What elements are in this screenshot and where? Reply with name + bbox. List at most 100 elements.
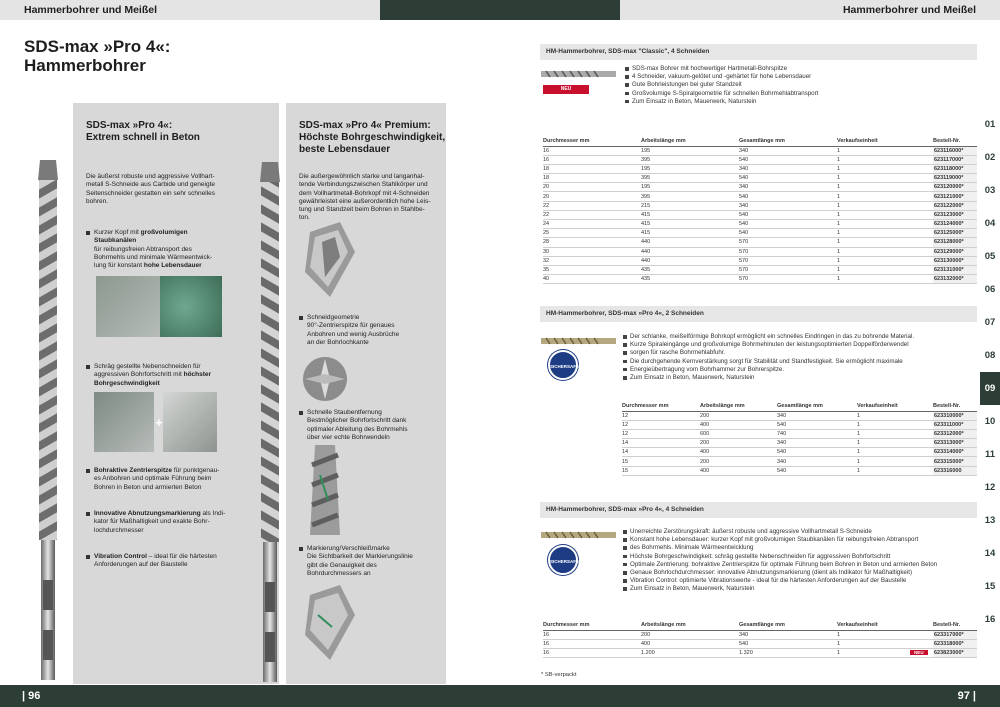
order-number-cell: 623122000* — [933, 201, 977, 211]
table-cell: 1 — [837, 630, 933, 640]
column-header: Bestell-Nr. — [933, 614, 977, 631]
table-row: 40 435 570 1 623132000* — [543, 274, 977, 285]
feature-item: Die durchgehende Kernverstärkung sorgt f… — [623, 358, 977, 366]
text: über vier echte Bohrwendeln — [307, 433, 390, 441]
chapter-tab-02[interactable]: 02 — [980, 141, 1000, 174]
table-row: 16 195 340 1 623116000* — [543, 146, 977, 156]
table-cell: 570 — [739, 237, 837, 248]
header-left: Hammerbohrer und Meißel — [0, 0, 380, 20]
table-row: 14 200 340 1 623313000* — [622, 438, 977, 449]
text: gewährleistet eine außerordentlich hohe … — [299, 197, 431, 205]
chapter-tab-03[interactable]: 03 — [980, 174, 1000, 207]
table-header-row: Durchmesser mm Arbeitslänge mm Gesamtlänge… — [543, 614, 977, 631]
chapter-tab-06[interactable]: 06 — [980, 273, 1000, 306]
chapter-tab-13[interactable]: 13 — [980, 504, 1000, 537]
table-cell: 400 — [700, 466, 777, 476]
text: des Bohrmehls. Minimale Wärmeentwicklung — [630, 544, 754, 552]
feature-item: SDS-max Bohrer mit hochwertiger Hartmeta… — [625, 65, 977, 73]
text: Kurzer Kopf mit — [94, 229, 139, 236]
text: lochdurchmesser — [94, 526, 144, 534]
table-cell: 25 — [543, 228, 641, 239]
feature-item: Großvolumige S-Spiralgeometrie für schne… — [625, 90, 977, 98]
text: optimaler Ableitung des Bohrmehls — [307, 425, 408, 433]
chapter-tab-04[interactable]: 04 — [980, 207, 1000, 240]
chapter-tab-09[interactable]: 09 — [980, 372, 1000, 405]
table-cell: 540 — [739, 173, 837, 184]
column-header: Durchmesser mm — [543, 614, 641, 631]
table-cell: 415 — [641, 210, 739, 221]
feature-item: Höchste Bohrgeschwindigkeit: schräg gest… — [623, 553, 977, 561]
table-cell: 540 — [739, 155, 837, 165]
chapter-tab-05[interactable]: 05 — [980, 240, 1000, 273]
text: Energieübertragung vom Bohrhammer zur Bo… — [630, 365, 785, 373]
order-number-cell: 623311000* — [933, 420, 977, 430]
table-row: 32 440 570 1 623130000* — [543, 256, 977, 266]
table-cell: 340 — [739, 630, 837, 640]
table-cell: 1 — [857, 411, 933, 421]
table-row: 12 600 740 1 623312000* — [622, 429, 977, 440]
col2-heading-line: Höchste Bohrgeschwindigkeit, — [299, 132, 446, 143]
table-cell: 440 — [641, 256, 739, 266]
order-number-cell: 623117000* — [933, 155, 977, 165]
table-cell: 200 — [641, 630, 739, 640]
chapter-tab-12[interactable]: 12 — [980, 471, 1000, 504]
table-cell: 18 — [543, 173, 641, 184]
classic-drill-icon — [541, 70, 616, 78]
column-header: Verkaufseinheit — [837, 130, 933, 147]
feature-item: Zum Einsatz in Beton, Mauerwerk, Naturst… — [625, 98, 977, 106]
chapter-tab-15[interactable]: 15 — [980, 570, 1000, 603]
table-cell: 30 — [543, 247, 641, 257]
chapter-tab-10[interactable]: 10 — [980, 405, 1000, 438]
text: aggressiven Bohrfortschritt mit — [94, 371, 182, 379]
order-number-cell: 623129000* — [933, 247, 977, 257]
column-header: Arbeitslänge mm — [700, 395, 777, 412]
footnote: * SB-verpackt — [541, 672, 577, 678]
feature-item-cont: sorgen für rasche Bohrmehlabfuhr. — [623, 349, 977, 357]
text: Vibration Control — [94, 553, 147, 560]
table-cell: 215 — [641, 201, 739, 211]
table-row: 28 440 570 1 623128000* — [543, 237, 977, 248]
chapter-tab-07[interactable]: 07 — [980, 306, 1000, 339]
chapter-tab-08[interactable]: 08 — [980, 339, 1000, 372]
text: 90°-Zentrierspitze für genaues — [307, 322, 395, 330]
table-cell: 395 — [641, 191, 739, 202]
table-cell: 16 — [543, 155, 641, 165]
col2-heading-line: beste Lebensdauer — [299, 144, 391, 155]
col1-heading-line1: SDS-max »Pro 4«: — [86, 120, 173, 131]
chapter-tab-01[interactable]: 01 — [980, 108, 1000, 141]
col2-intro: Die außergewöhnlich starke und langanhal… — [299, 173, 431, 223]
table-cell: 195 — [641, 146, 739, 156]
drill-tip-top-view — [303, 357, 347, 401]
chapter-tab-11[interactable]: 11 — [980, 438, 1000, 471]
chapter-tab-14[interactable]: 14 — [980, 537, 1000, 570]
table-cell: 1 — [837, 237, 933, 248]
table-cell: 32 — [543, 256, 641, 266]
header-left-title: Hammerbohrer und Meißel — [24, 4, 158, 16]
table-cell: 1 — [857, 438, 933, 449]
table-cell: 540 — [777, 466, 857, 476]
section-classic-features: SDS-max Bohrer mit hochwertiger Hartmeta… — [625, 65, 977, 106]
drill-flute-render — [310, 445, 340, 535]
table-cell: 1 — [837, 219, 933, 230]
table-cell: 1 — [857, 429, 933, 440]
col1-bullet-vibration-control: Vibration Control – ideal für die härtes… — [86, 553, 217, 570]
section-pro4-4cut-table: Durchmesser mm Arbeitslänge mm Gesamtlänge… — [543, 614, 977, 659]
chapter-tab-16[interactable]: 16 — [980, 603, 1000, 636]
table-row: 14 400 540 1 623314000* — [622, 447, 977, 458]
table-cell: 540 — [739, 210, 837, 221]
text: Bohrmehls und minimale Wärmeentwick- — [94, 253, 213, 261]
order-number-cell: 623316000 — [933, 466, 977, 476]
order-number-cell: 623823000* — [933, 648, 977, 659]
table-row: 24 415 540 1 623124000* — [543, 219, 977, 230]
table-cell: 415 — [641, 219, 739, 230]
table-cell: 20 — [543, 182, 641, 193]
column-header: Bestell-Nr. — [933, 130, 977, 147]
table-cell: 540 — [739, 191, 837, 202]
footer-left: | 96 — [0, 685, 500, 707]
header-right-title: Hammerbohrer und Meißel — [842, 4, 976, 16]
text: Die außergewöhnlich starke und langanhal… — [299, 173, 425, 180]
col2-bullet-dust-removal: Schnelle Staubentfernung Bestmöglicher B… — [299, 409, 407, 442]
text: tende Verbindungszwischen Stahlkörper un… — [299, 181, 428, 189]
safety-badge: SICHERSAFE — [548, 350, 579, 380]
table-cell: 570 — [739, 256, 837, 266]
